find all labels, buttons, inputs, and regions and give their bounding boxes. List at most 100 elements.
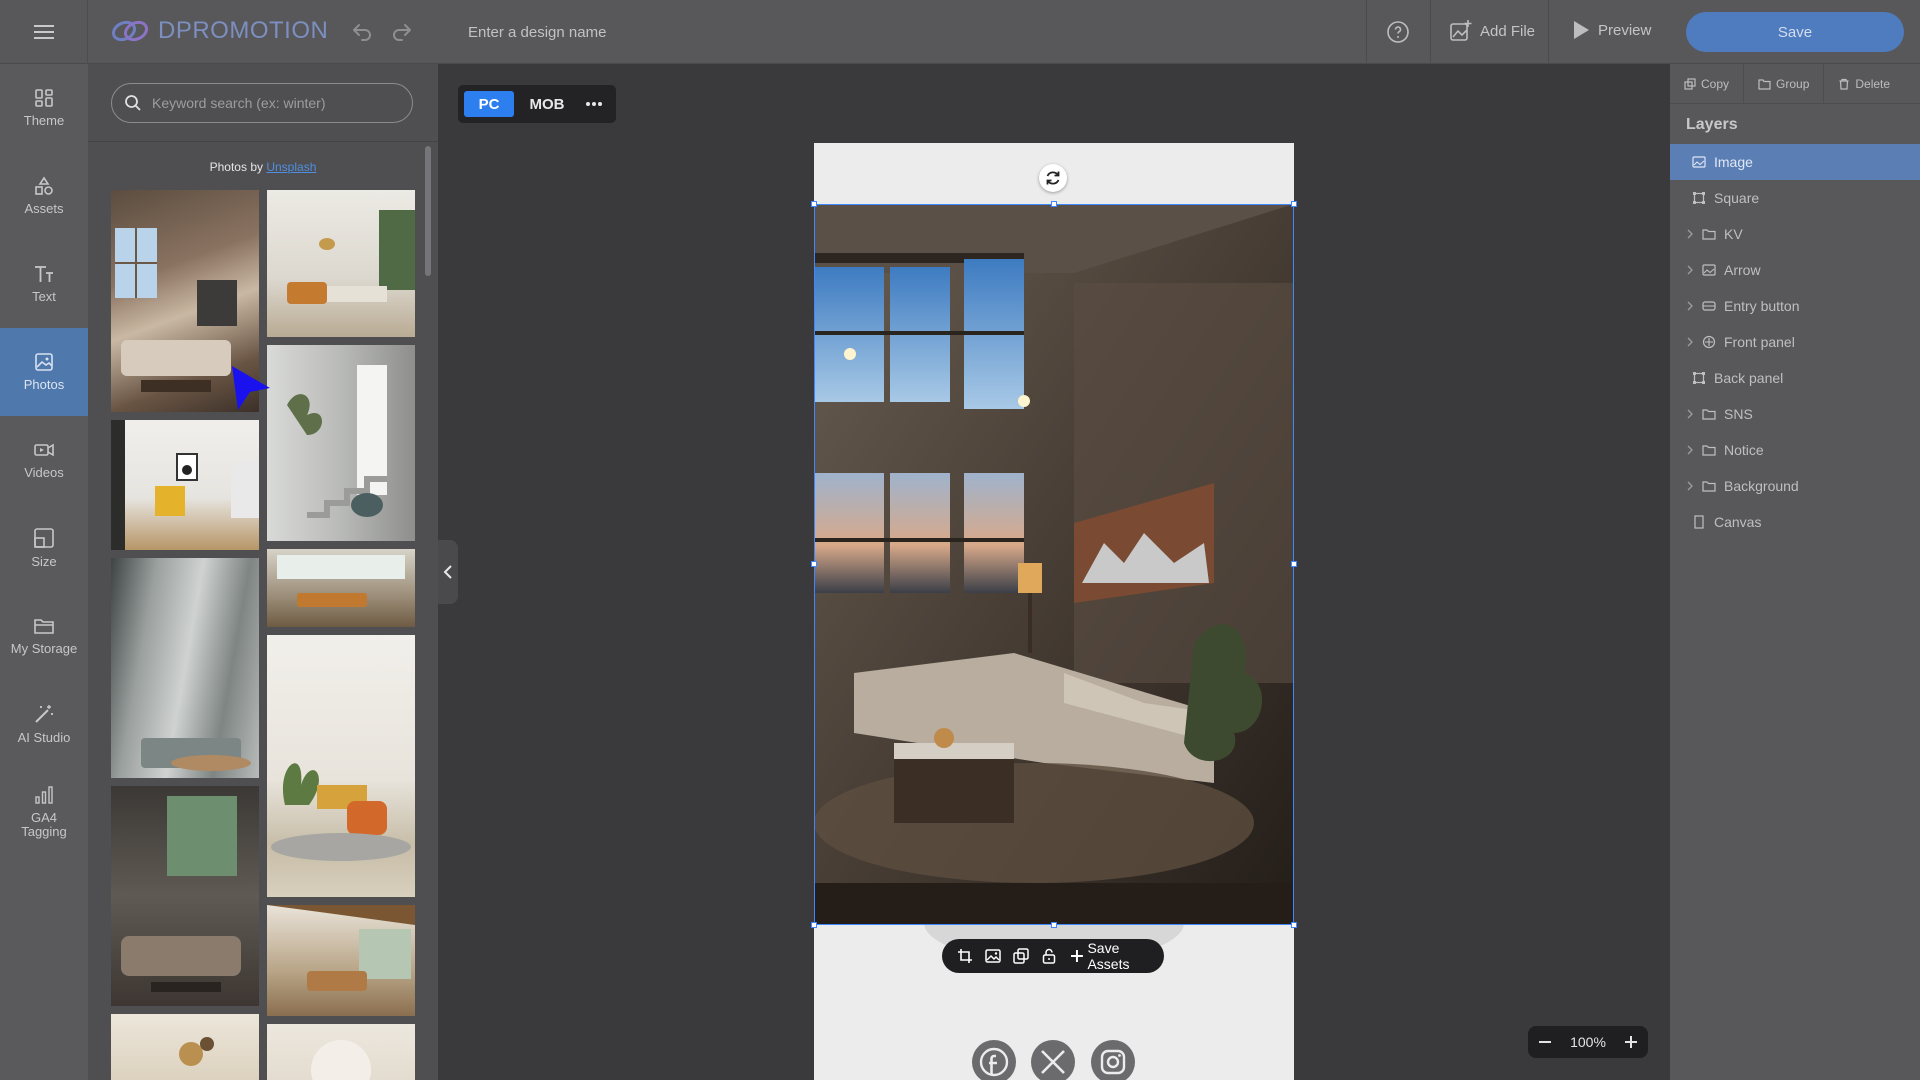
device-pc-button[interactable]: PC — [464, 91, 514, 117]
replace-image-button[interactable] — [984, 947, 1002, 965]
photo-thumbnail[interactable] — [267, 345, 415, 541]
layers-title: Layers — [1686, 116, 1738, 133]
rail-item-text[interactable]: Text — [0, 240, 88, 328]
group-button[interactable]: Group — [1744, 64, 1825, 104]
layer-front-panel[interactable]: Front panel — [1670, 324, 1920, 360]
redo-button[interactable] — [390, 19, 414, 48]
zoom-in-icon[interactable] — [1624, 1035, 1638, 1049]
rotate-icon — [1046, 171, 1060, 185]
resize-handle[interactable] — [811, 561, 817, 567]
resize-handle[interactable] — [1051, 922, 1057, 928]
undo-button[interactable] — [350, 19, 374, 48]
crop-button[interactable] — [956, 947, 974, 965]
instagram-icon — [1100, 1049, 1126, 1075]
duplicate-button[interactable] — [1012, 947, 1030, 965]
zoom-out-icon[interactable] — [1538, 1035, 1552, 1049]
selection-bounding-box — [814, 204, 1294, 925]
rail-item-ai-studio[interactable]: AI Studio — [0, 680, 88, 768]
instagram-link[interactable] — [1091, 1040, 1135, 1080]
device-mob-button[interactable]: MOB — [522, 91, 572, 117]
unlock-icon — [1042, 948, 1055, 964]
preview-button[interactable]: Preview — [1572, 20, 1651, 40]
rail-item-size[interactable]: Size — [0, 504, 88, 592]
resize-handle[interactable] — [811, 201, 817, 207]
layer-back-panel[interactable]: Back panel — [1670, 360, 1920, 396]
save-button[interactable]: Save — [1686, 12, 1904, 52]
photo-thumbnail[interactable] — [267, 190, 415, 337]
more-options-button[interactable] — [580, 93, 608, 115]
layer-arrow[interactable]: Arrow — [1670, 252, 1920, 288]
folder-icon — [1702, 481, 1716, 492]
layer-background[interactable]: Background — [1670, 468, 1920, 504]
app-logo[interactable]: DPROMOTION — [110, 17, 328, 45]
layer-sns[interactable]: SNS — [1670, 396, 1920, 432]
image-icon — [985, 949, 1001, 963]
photo-image — [287, 365, 387, 518]
design-name-input[interactable] — [468, 20, 868, 44]
photo-thumbnail[interactable] — [111, 1014, 259, 1080]
lock-button[interactable] — [1040, 947, 1058, 965]
photo-search-input[interactable] — [152, 95, 392, 111]
rail-item-photos[interactable]: Photos — [0, 328, 88, 416]
rail-item-assets[interactable]: Assets — [0, 152, 88, 240]
layer-image[interactable]: Image — [1670, 144, 1920, 180]
resize-handle[interactable] — [1051, 201, 1057, 207]
search-box[interactable] — [111, 83, 413, 123]
image-icon — [1702, 264, 1716, 276]
rail-item-my-storage[interactable]: My Storage — [0, 592, 88, 680]
photo-thumbnail[interactable] — [111, 786, 259, 1006]
rail-item-theme[interactable]: Theme — [0, 64, 88, 152]
photo-image — [179, 1037, 214, 1066]
layer-canvas[interactable]: Canvas — [1670, 504, 1920, 540]
photo-image — [141, 738, 251, 771]
rail-item-label: Videos — [24, 465, 64, 480]
chevron-right-icon[interactable] — [1687, 301, 1693, 311]
collapse-panel-button[interactable] — [438, 540, 458, 604]
rail-item-label: Size — [31, 554, 57, 569]
chevron-right-icon[interactable] — [1687, 481, 1693, 491]
help-button[interactable] — [1386, 20, 1410, 49]
resize-handle[interactable] — [1291, 201, 1297, 207]
button-icon — [1702, 301, 1716, 311]
resize-handle[interactable] — [1291, 922, 1297, 928]
photo-thumbnail[interactable] — [267, 549, 415, 627]
chevron-right-icon[interactable] — [1687, 337, 1693, 347]
rail-item-ga4-tagging[interactable]: GA4 Tagging — [0, 768, 88, 856]
delete-button[interactable]: Delete — [1824, 64, 1904, 104]
chevron-right-icon[interactable] — [1687, 445, 1693, 455]
layer-notice[interactable]: Notice — [1670, 432, 1920, 468]
panel-scrollbar[interactable] — [425, 146, 431, 276]
photo-thumbnail[interactable] — [111, 558, 259, 778]
chevron-right-icon[interactable] — [1687, 229, 1693, 239]
layer-label: Background — [1724, 478, 1799, 494]
facebook-icon — [979, 1047, 1009, 1077]
save-assets-button[interactable]: Save Assets — [1070, 940, 1164, 972]
layer-entry-button[interactable]: Entry button — [1670, 288, 1920, 324]
folder-icon — [1702, 229, 1716, 240]
facebook-link[interactable] — [972, 1040, 1016, 1080]
rail-item-videos[interactable]: Videos — [0, 416, 88, 504]
square-icon — [1693, 192, 1705, 204]
photo-thumbnail[interactable] — [111, 420, 259, 550]
videos-icon — [34, 443, 54, 457]
add-file-button[interactable]: Add File — [1450, 20, 1535, 42]
resize-handle[interactable] — [1291, 561, 1297, 567]
photo-thumbnail[interactable] — [267, 905, 415, 1016]
hamburger-menu-button[interactable] — [0, 0, 88, 64]
chevron-right-icon[interactable] — [1687, 409, 1693, 419]
photo-thumbnail[interactable] — [267, 635, 415, 897]
hamburger-icon — [33, 25, 54, 39]
photo-thumbnail[interactable] — [267, 1024, 415, 1080]
x-link[interactable] — [1031, 1040, 1075, 1080]
copy-icon — [1012, 948, 1029, 964]
photos-panel: Photos by Unsplash — [88, 64, 438, 1080]
layer-square[interactable]: Square — [1670, 180, 1920, 216]
target-icon — [1702, 335, 1716, 349]
chevron-right-icon[interactable] — [1687, 265, 1693, 275]
unsplash-link[interactable]: Unsplash — [266, 160, 316, 174]
resize-handle[interactable] — [811, 922, 817, 928]
layer-kv[interactable]: KV — [1670, 216, 1920, 252]
x-logo-icon — [1041, 1050, 1065, 1074]
rotate-handle[interactable] — [1039, 164, 1067, 192]
copy-button[interactable]: Copy — [1670, 64, 1745, 104]
